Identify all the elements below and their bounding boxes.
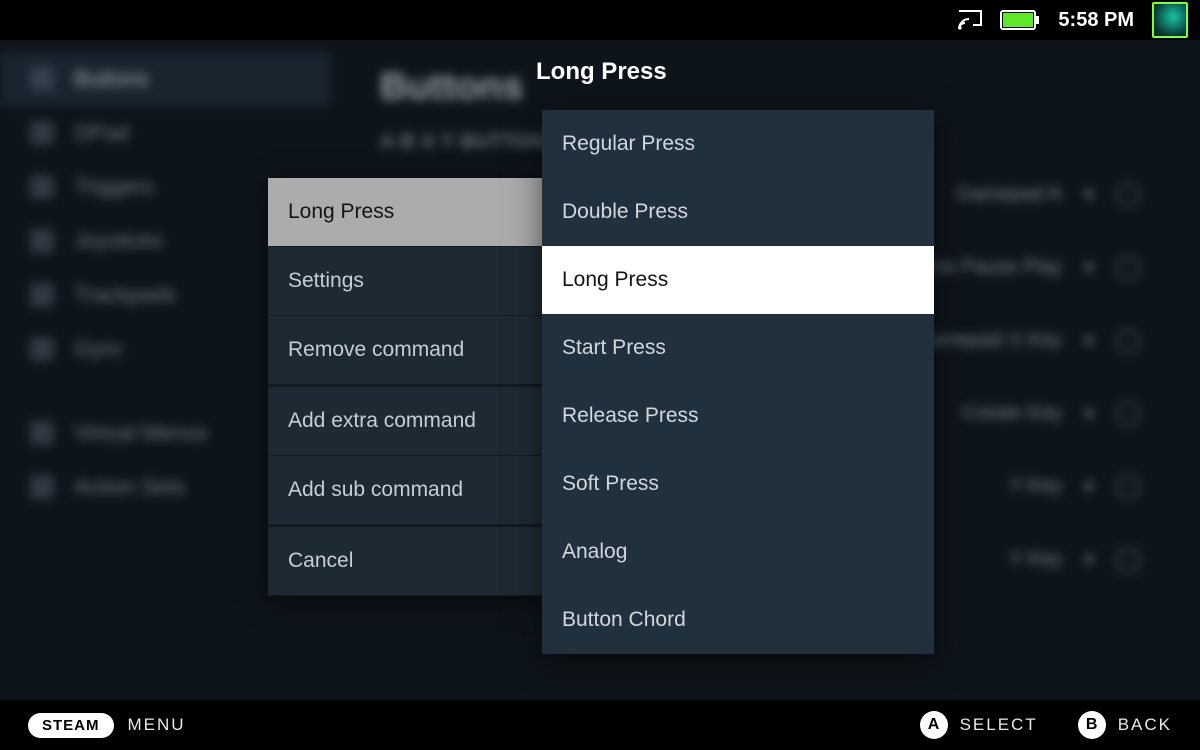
option-label: Regular Press xyxy=(562,132,695,155)
option-label: Long Press xyxy=(562,268,668,291)
menu-item-label: Add sub command xyxy=(288,478,463,501)
footer: STEAM MENU A SELECT B BACK xyxy=(0,700,1200,750)
context-menu-item-add-extra-command[interactable]: Add extra command xyxy=(268,385,542,456)
option-long-press[interactable]: Long Press xyxy=(542,246,934,314)
avatar[interactable] xyxy=(1152,2,1188,38)
menu-item-label: Remove command xyxy=(288,338,464,361)
context-menu: Long Press Settings Remove command Add e… xyxy=(268,178,542,596)
menu-item-label: Settings xyxy=(288,269,364,292)
option-label: Start Press xyxy=(562,336,666,359)
context-menu-item-settings[interactable]: Settings xyxy=(268,247,542,316)
cast-icon xyxy=(958,10,982,30)
context-menu-item-long-press[interactable]: Long Press xyxy=(268,178,542,247)
menu-item-label: Long Press xyxy=(288,200,394,223)
option-label: Double Press xyxy=(562,200,688,223)
option-list-title: Long Press xyxy=(536,58,667,86)
steam-button[interactable]: STEAM xyxy=(28,713,114,738)
menu-item-label: Cancel xyxy=(288,549,353,572)
battery-full-icon xyxy=(1000,10,1040,30)
option-soft-press[interactable]: Soft Press xyxy=(542,450,934,518)
option-label: Analog xyxy=(562,540,627,563)
a-button-label: SELECT xyxy=(960,715,1038,735)
option-regular-press[interactable]: Regular Press xyxy=(542,110,934,178)
option-label: Soft Press xyxy=(562,472,659,495)
option-label: Release Press xyxy=(562,404,699,427)
option-button-chord[interactable]: Button Chord xyxy=(542,586,934,654)
option-double-press[interactable]: Double Press xyxy=(542,178,934,246)
clock: 5:58 PM xyxy=(1058,9,1134,32)
option-list: Regular Press Double Press Long Press St… xyxy=(542,110,934,654)
a-button-glyph[interactable]: A xyxy=(920,711,948,739)
menu-label: MENU xyxy=(128,715,186,735)
status-bar: 5:58 PM xyxy=(0,0,1200,40)
context-menu-item-remove-command[interactable]: Remove command xyxy=(268,316,542,385)
b-button-glyph[interactable]: B xyxy=(1078,711,1106,739)
option-analog[interactable]: Analog xyxy=(542,518,934,586)
context-menu-item-add-sub-command[interactable]: Add sub command xyxy=(268,456,542,525)
option-start-press[interactable]: Start Press xyxy=(542,314,934,382)
context-menu-item-cancel[interactable]: Cancel xyxy=(268,525,542,596)
menu-item-label: Add extra command xyxy=(288,409,476,432)
option-label: Button Chord xyxy=(562,608,686,631)
b-button-label: BACK xyxy=(1118,715,1172,735)
option-release-press[interactable]: Release Press xyxy=(542,382,934,450)
